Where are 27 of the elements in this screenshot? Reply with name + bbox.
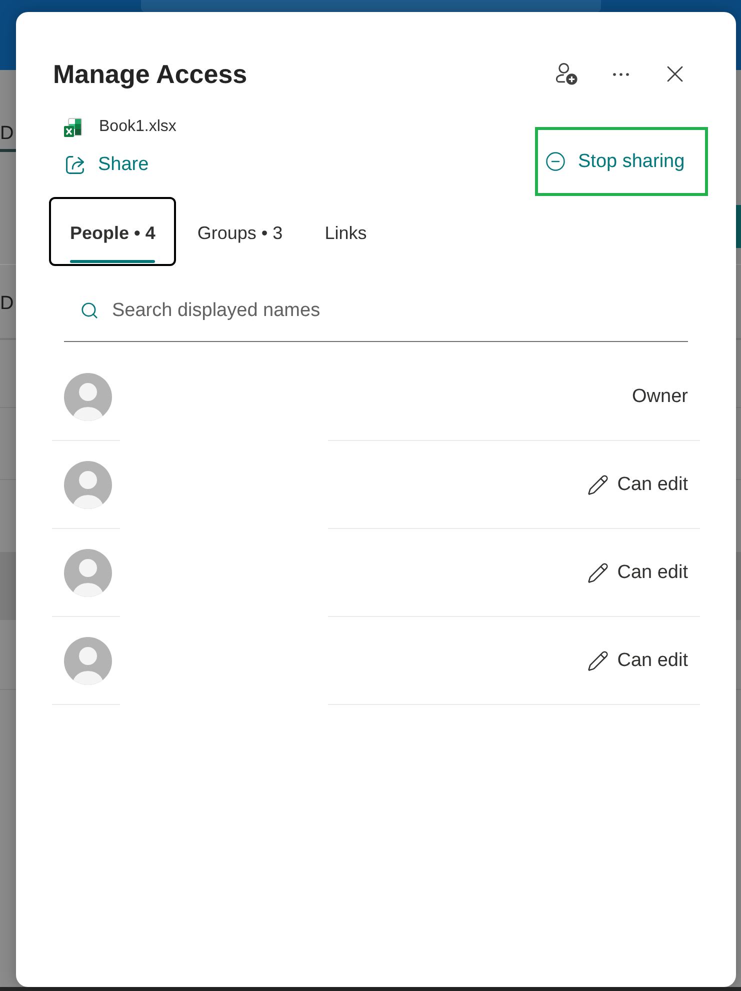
person-avatar-icon [64, 372, 112, 420]
permission-dropdown[interactable]: Can edit [587, 648, 688, 672]
dialog-title: Manage Access [53, 58, 248, 91]
share-icon [66, 156, 84, 174]
search-icon [80, 301, 99, 320]
background-column-header: D [0, 293, 15, 315]
person-avatar-icon [64, 548, 112, 596]
search-field[interactable]: Search displayed names [64, 288, 688, 342]
tab[interactable]: Links [304, 197, 388, 266]
role-label: Owner [632, 384, 688, 408]
share-link[interactable]: Share [66, 153, 176, 177]
file-name: Book1.xlsx [99, 117, 176, 137]
permission-dropdown[interactable]: Can edit [587, 472, 688, 496]
pencil-icon [587, 562, 610, 584]
pencil-icon [587, 474, 610, 496]
tab[interactable]: Groups • 3 [176, 197, 304, 266]
person-avatar-icon [64, 460, 112, 508]
permission-dropdown[interactable]: Can edit [587, 560, 688, 584]
spreadsheet-file-icon [64, 118, 82, 136]
add-person-icon [556, 63, 578, 85]
minus-circle-icon [545, 151, 566, 172]
person-avatar-icon [64, 636, 112, 684]
more-icon [613, 72, 629, 76]
close-icon [667, 66, 683, 82]
stop-sharing-button[interactable]: Stop sharing [535, 127, 708, 196]
tab[interactable]: People • 4 [49, 197, 176, 266]
pencil-icon [587, 650, 610, 672]
